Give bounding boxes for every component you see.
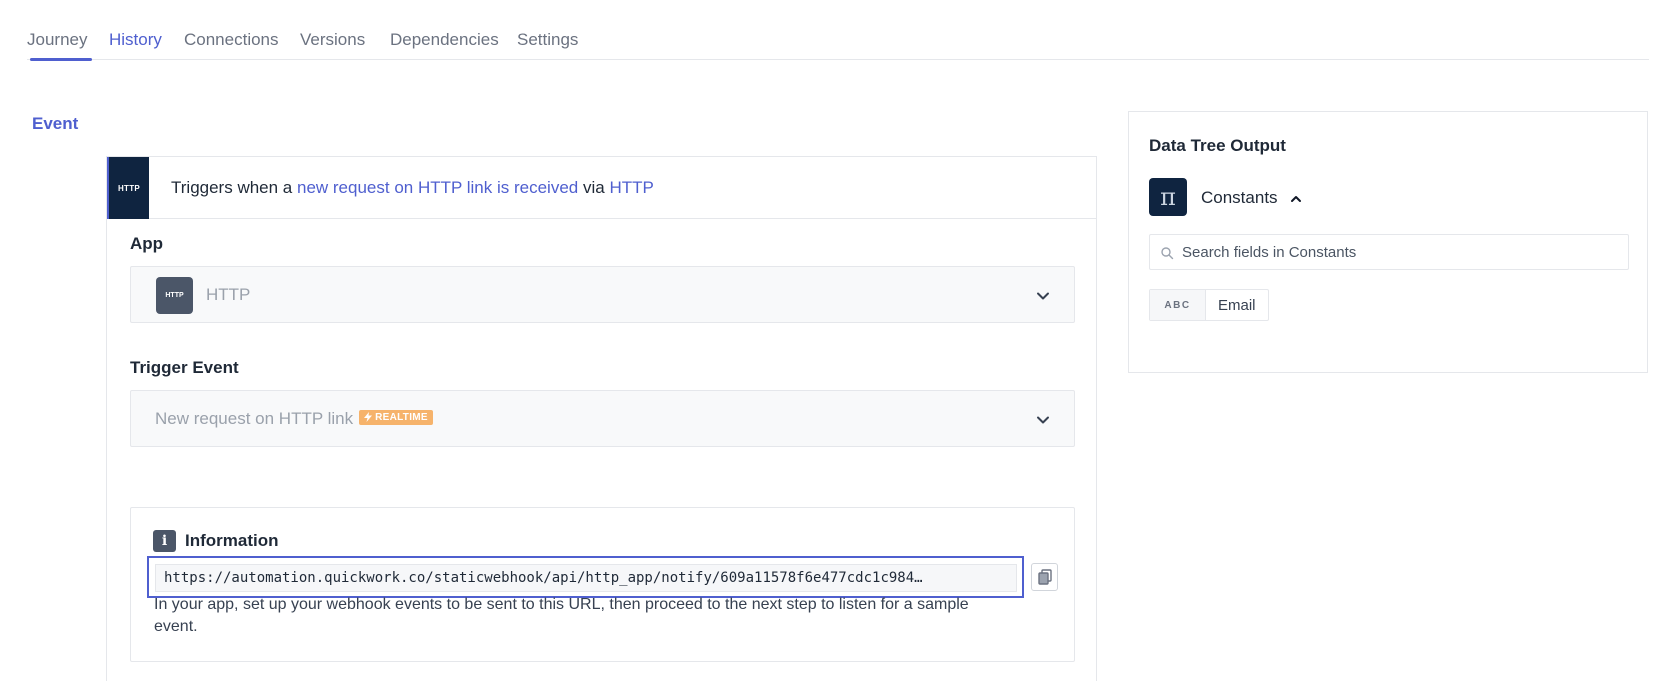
data-tree-panel: Data Tree Output π Constants ABC Email [1128, 111, 1648, 373]
tab-journey[interactable]: Journey [27, 30, 87, 50]
search-input[interactable] [1182, 241, 1622, 263]
search-icon [1161, 247, 1174, 260]
trigger-app-link[interactable]: HTTP [609, 178, 653, 197]
tab-bar: Journey History Connections Versions Dep… [27, 28, 1649, 61]
http-app-icon: HTTP [156, 277, 193, 314]
active-tab-indicator [30, 58, 92, 61]
field-name: Email [1218, 296, 1256, 314]
constants-group-label[interactable]: Constants [1201, 188, 1278, 208]
chevron-down-icon [1037, 416, 1049, 424]
field-chip-email[interactable]: ABC Email [1149, 289, 1269, 321]
copy-icon [1037, 569, 1052, 585]
trigger-event-value: New request on HTTP link REALTIME [155, 409, 433, 429]
tab-connections[interactable]: Connections [184, 30, 279, 50]
tab-dependencies[interactable]: Dependencies [390, 30, 499, 50]
chevron-down-icon [1037, 292, 1049, 300]
trigger-event-select[interactable]: New request on HTTP link REALTIME [130, 390, 1075, 447]
info-icon: i [153, 530, 176, 552]
copy-url-button[interactable] [1031, 563, 1058, 591]
information-title: Information [185, 531, 279, 550]
information-description: In your app, set up your webhook events … [154, 596, 969, 635]
tab-versions[interactable]: Versions [300, 30, 365, 50]
information-card: i Information https://automation.quickwo… [130, 507, 1075, 662]
trigger-prefix: Triggers when a [171, 178, 297, 197]
event-panel: HTTP Triggers when a new request on HTTP… [106, 156, 1097, 681]
app-select[interactable]: HTTP HTTP [130, 266, 1075, 323]
trigger-summary: HTTP Triggers when a new request on HTTP… [107, 157, 1096, 219]
trigger-event-link[interactable]: new request on HTTP link is received [297, 178, 578, 197]
http-app-icon: HTTP [107, 157, 149, 219]
event-heading: Event [32, 114, 79, 133]
trigger-event-text: New request on HTTP link [155, 409, 354, 428]
webhook-url-field[interactable]: https://automation.quickwork.co/staticwe… [155, 564, 1017, 592]
chevron-up-icon[interactable] [1289, 192, 1303, 206]
tab-history[interactable]: History [109, 30, 162, 50]
trigger-via: via [578, 178, 610, 197]
field-type-badge: ABC [1150, 290, 1206, 320]
realtime-badge-label: REALTIME [375, 411, 428, 423]
data-tree-title: Data Tree Output [1149, 136, 1286, 155]
trigger-event-label: Trigger Event [130, 358, 239, 377]
app-select-value: HTTP [206, 285, 251, 304]
trigger-description: Triggers when a new request on HTTP link… [171, 178, 654, 198]
app-label: App [130, 234, 164, 253]
constants-pi-icon: π [1149, 178, 1187, 216]
webhook-url-highlight: https://automation.quickwork.co/staticwe… [147, 556, 1024, 598]
constants-search [1149, 234, 1629, 270]
realtime-badge: REALTIME [359, 409, 433, 425]
tab-settings[interactable]: Settings [517, 30, 578, 50]
lightning-icon [364, 412, 373, 422]
